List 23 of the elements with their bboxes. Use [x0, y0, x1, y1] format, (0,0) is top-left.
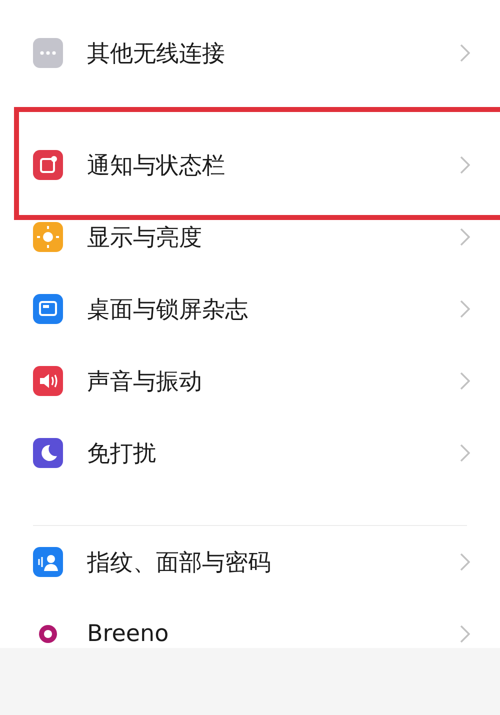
setting-label[interactable]: 通知与状态栏 [87, 150, 460, 180]
chevron-right-icon [460, 228, 470, 246]
moon-icon [33, 438, 63, 468]
chevron-right-icon [460, 156, 470, 174]
setting-label[interactable]: 桌面与锁屏杂志 [87, 294, 460, 324]
chevron-right-icon [460, 372, 470, 390]
setting-label[interactable]: 免打扰 [87, 438, 460, 468]
speaker-icon [33, 366, 63, 396]
chevron-right-icon [460, 44, 470, 62]
setting-label[interactable]: 指纹、面部与密码 [87, 546, 460, 578]
chevron-right-icon [460, 444, 470, 462]
chevron-right-icon [460, 300, 470, 318]
setting-label[interactable]: 声音与振动 [87, 366, 460, 396]
setting-label[interactable]: Breeno [87, 621, 460, 647]
sun-icon [33, 222, 63, 252]
setting-label[interactable]: 显示与亮度 [87, 222, 460, 252]
setting-label[interactable]: 其他无线连接 [87, 38, 460, 68]
notification-icon [33, 150, 63, 180]
picture-frame-icon [33, 294, 63, 324]
chevron-right-icon [460, 553, 470, 571]
more-icon [33, 38, 63, 68]
person-icon [33, 547, 63, 577]
chevron-right-icon [460, 625, 470, 643]
